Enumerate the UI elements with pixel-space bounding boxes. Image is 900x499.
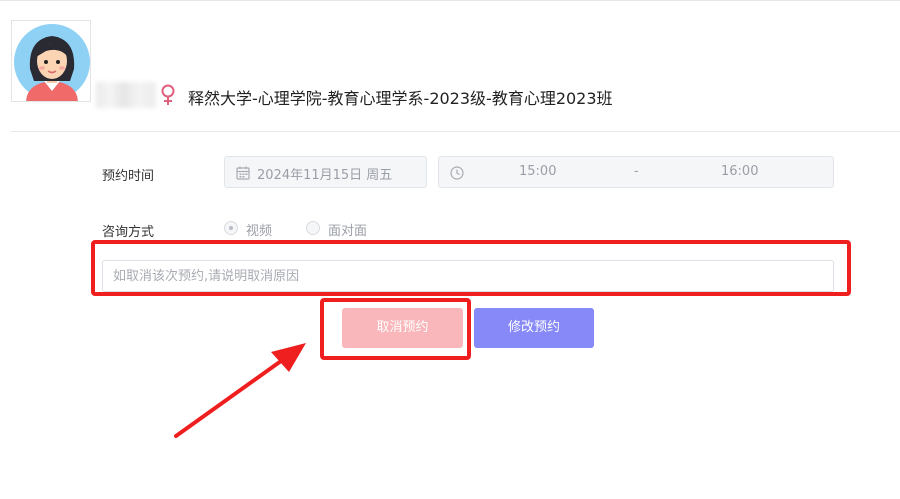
calendar-icon [236, 166, 250, 180]
time-range-picker[interactable]: 15:00 - 16:00 [438, 156, 834, 188]
time-separator: - [634, 164, 639, 179]
class-info: 释然大学-心理学院-教育心理学系-2023级-教育心理2023班 [188, 89, 613, 108]
radio-face-to-face-label: 面对面 [328, 224, 368, 239]
radio-face-to-face[interactable]: 面对面 [306, 220, 376, 239]
time-label: 预约时间 [102, 169, 155, 184]
student-name-blurred [96, 82, 156, 108]
radio-circle-checked [224, 221, 238, 235]
radio-dot [229, 226, 233, 230]
time-start: 15:00 [519, 164, 557, 179]
method-label: 咨询方式 [102, 225, 155, 240]
clock-icon [450, 166, 464, 180]
cancel-appointment-button[interactable]: 取消预约 [342, 308, 463, 348]
time-end: 16:00 [721, 164, 759, 179]
radio-circle [306, 221, 320, 235]
date-picker[interactable]: 2024年11月15日 周五 [224, 156, 427, 188]
date-value: 2024年11月15日 周五 [257, 168, 393, 183]
top-border [0, 0, 900, 1]
avatar-image [14, 24, 90, 101]
cancel-reason-input[interactable] [102, 260, 834, 292]
female-icon [161, 84, 175, 105]
header-divider [11, 131, 900, 132]
avatar [11, 20, 91, 102]
modify-appointment-button[interactable]: 修改预约 [474, 308, 594, 348]
radio-video[interactable]: 视频 [224, 220, 284, 239]
radio-video-label: 视频 [246, 224, 273, 239]
